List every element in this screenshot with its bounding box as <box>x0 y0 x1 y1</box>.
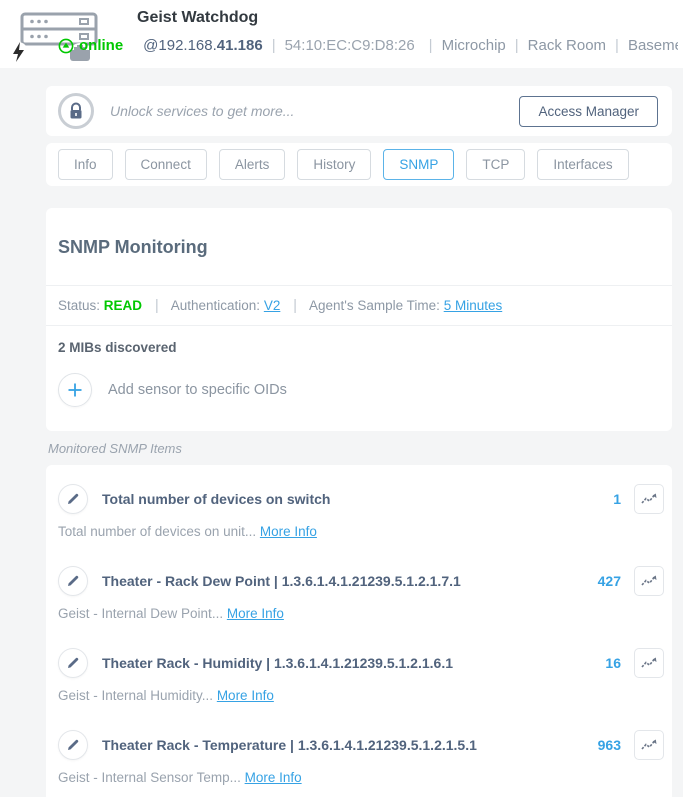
item-description: Geist - Internal Humidity... More Info <box>58 688 274 703</box>
mibs-discovered-count: 2 MIBs discovered <box>58 340 177 355</box>
snmp-heading: SNMP Monitoring <box>58 237 208 257</box>
tab-info[interactable]: Info <box>58 149 113 180</box>
item-description: Total number of devices on unit... More … <box>58 524 317 539</box>
device-tabs: Info Connect Alerts History SNMP TCP Int… <box>46 143 672 186</box>
status-text: online <box>79 37 124 54</box>
item-description: Geist - Internal Dew Point... More Info <box>58 606 284 621</box>
status-badge: online <box>58 37 123 54</box>
item-title: Theater - Rack Dew Point | 1.3.6.1.4.1.2… <box>102 573 461 589</box>
snmp-monitoring-card: SNMP Monitoring Status: READ | Authentic… <box>46 208 672 431</box>
sample-time-label: Agent's Sample Time: <box>309 298 440 313</box>
separator: | <box>428 37 433 54</box>
access-manager-button[interactable]: Access Manager <box>519 95 658 127</box>
snmp-status-row: Status: READ | Authentication: V2 | Agen… <box>46 286 672 326</box>
item-value: 1 <box>613 491 621 507</box>
item-description: Geist - Internal Sensor Temp... More Inf… <box>58 770 302 785</box>
unlock-services-banner: Unlock services to get more... Access Ma… <box>46 86 672 136</box>
monitored-items-card: Total number of devices on switch 1 Tota… <box>46 465 672 797</box>
sample-time-link[interactable]: 5 Minutes <box>444 298 503 313</box>
item-value: 427 <box>597 573 621 589</box>
tab-connect[interactable]: Connect <box>124 149 207 180</box>
snmp-item: Theater Rack - Humidity | 1.3.6.1.4.1.21… <box>58 637 664 719</box>
item-value: 963 <box>597 737 621 753</box>
tag-vendor[interactable]: Microchip <box>442 37 506 54</box>
tab-tcp[interactable]: TCP <box>466 149 526 180</box>
status-label: Status: <box>58 298 101 313</box>
edit-pencil-icon[interactable] <box>58 730 88 760</box>
separator: | <box>293 297 298 314</box>
tab-history[interactable]: History <box>297 149 372 180</box>
more-info-link[interactable]: More Info <box>245 770 302 785</box>
edit-pencil-icon[interactable] <box>58 566 88 596</box>
more-info-link[interactable]: More Info <box>227 606 284 621</box>
add-sensor-label: Add sensor to specific OIDs <box>108 382 287 398</box>
more-info-link[interactable]: More Info <box>217 688 274 703</box>
tab-snmp[interactable]: SNMP <box>383 149 455 180</box>
edit-pencil-icon[interactable] <box>58 484 88 514</box>
item-title: Theater Rack - Humidity | 1.3.6.1.4.1.21… <box>102 655 453 671</box>
mibs-section: 2 MIBs discovered Add sensor to specific… <box>46 326 672 431</box>
item-value: 16 <box>605 655 621 671</box>
more-info-link[interactable]: More Info <box>260 524 317 539</box>
device-header: Geist Watchdog online @192.168.41.186 | … <box>0 0 683 68</box>
separator: | <box>271 37 276 54</box>
unlock-message: Unlock services to get more... <box>110 103 295 119</box>
edit-pencil-icon[interactable] <box>58 648 88 678</box>
separator: | <box>615 37 619 54</box>
tab-interfaces[interactable]: Interfaces <box>537 149 629 180</box>
trend-chart-icon[interactable] <box>634 566 664 596</box>
trend-chart-icon[interactable] <box>634 484 664 514</box>
plus-icon[interactable] <box>58 373 92 407</box>
trend-chart-icon[interactable] <box>634 730 664 760</box>
snmp-item: Theater Rack - Temperature | 1.3.6.1.4.1… <box>58 719 664 797</box>
lock-icon <box>58 93 94 129</box>
snmp-item: Total number of devices on switch 1 Tota… <box>58 473 664 555</box>
status-value: READ <box>103 298 143 313</box>
tag-zone[interactable]: Basement <box>628 37 678 54</box>
add-sensor-row[interactable]: Add sensor to specific OIDs <box>58 373 652 407</box>
trend-chart-icon[interactable] <box>634 648 664 678</box>
auth-label: Authentication: <box>170 298 261 313</box>
item-title: Total number of devices on switch <box>102 491 331 507</box>
online-up-icon <box>58 38 74 53</box>
snmp-heading-row: SNMP Monitoring <box>46 208 672 286</box>
device-ip: @192.168.41.186 <box>143 37 263 54</box>
item-title: Theater Rack - Temperature | 1.3.6.1.4.1… <box>102 737 477 753</box>
separator: | <box>154 297 159 314</box>
auth-version-link[interactable]: V2 <box>264 298 281 313</box>
snmp-item: Theater - Rack Dew Point | 1.3.6.1.4.1.2… <box>58 555 664 637</box>
tab-alerts[interactable]: Alerts <box>218 149 286 180</box>
separator: | <box>514 37 519 54</box>
monitored-items-label: Monitored SNMP Items <box>48 441 182 456</box>
page-title: Geist Watchdog <box>137 9 259 26</box>
device-mac: 54:10:EC:C9:D8:26 <box>284 37 415 54</box>
tag-location[interactable]: Rack Room <box>528 37 606 54</box>
